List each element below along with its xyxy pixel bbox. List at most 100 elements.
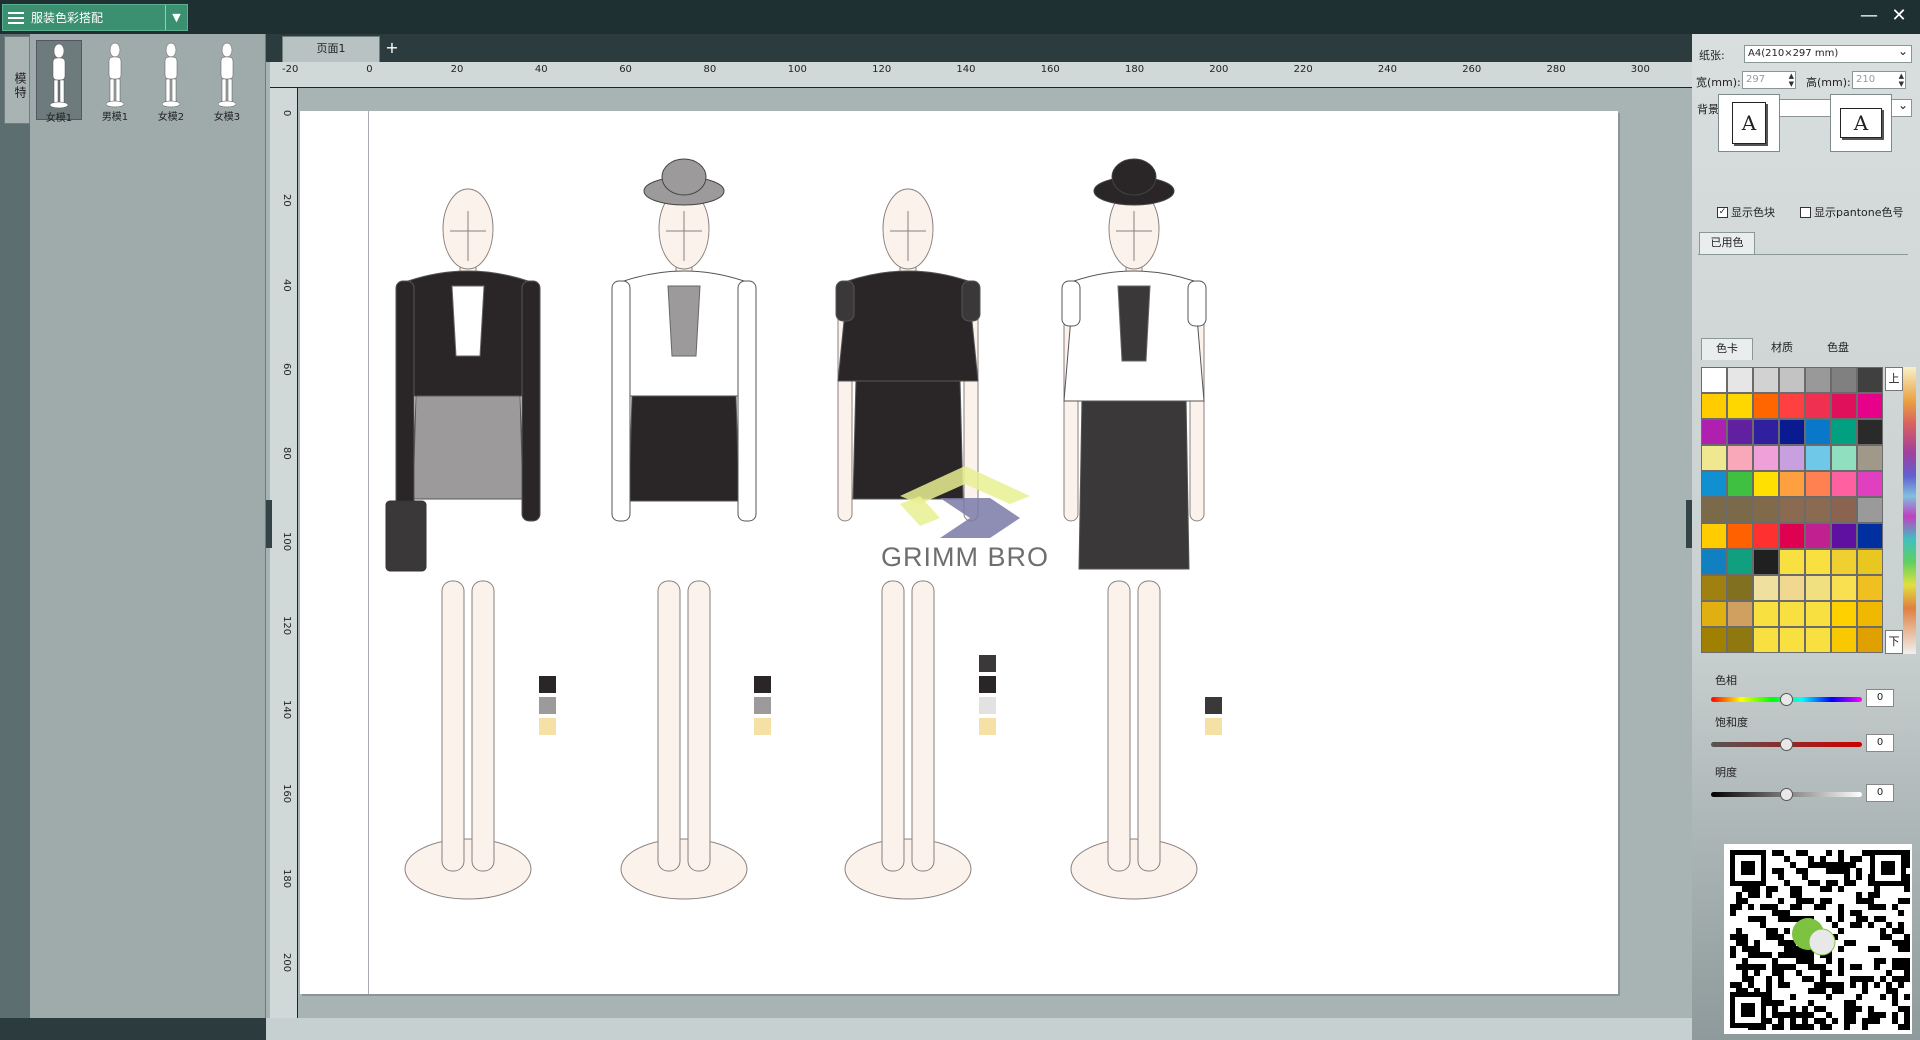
color-swatch[interactable] — [1701, 367, 1727, 393]
color-swatch[interactable] — [1805, 627, 1831, 653]
color-swatch[interactable] — [1779, 471, 1805, 497]
minimize-button[interactable]: — — [1856, 4, 1882, 28]
color-swatch[interactable] — [1753, 419, 1779, 445]
hue-value[interactable]: 0 — [1866, 689, 1894, 707]
color-swatch[interactable] — [1805, 523, 1831, 549]
color-swatch[interactable] — [1779, 419, 1805, 445]
chevron-down-icon[interactable]: ▼ — [165, 5, 187, 30]
width-field[interactable]: 297 ▲ ▼ — [1742, 71, 1796, 89]
color-swatch[interactable] — [1857, 393, 1883, 419]
color-swatch[interactable] — [1857, 497, 1883, 523]
color-swatch[interactable] — [1831, 575, 1857, 601]
tab-material[interactable]: 材质 — [1756, 338, 1808, 360]
color-swatch[interactable] — [1701, 523, 1727, 549]
color-swatch[interactable] — [1701, 549, 1727, 575]
color-swatch[interactable] — [1831, 393, 1857, 419]
tab-used-colors[interactable]: 已用色 — [1699, 232, 1755, 254]
color-swatch[interactable] — [1727, 549, 1753, 575]
color-swatch[interactable] — [1805, 419, 1831, 445]
color-swatch[interactable] — [1831, 601, 1857, 627]
color-swatch[interactable] — [1753, 601, 1779, 627]
color-swatch[interactable] — [1779, 367, 1805, 393]
color-swatch[interactable] — [1857, 419, 1883, 445]
color-swatch[interactable] — [1805, 549, 1831, 575]
color-swatch[interactable] — [1753, 393, 1779, 419]
model-thumb-2[interactable]: 男模1 — [92, 40, 138, 123]
color-swatch[interactable] — [1857, 471, 1883, 497]
hamburger-icon[interactable] — [3, 5, 29, 30]
paper-size-select[interactable]: A4(210×297 mm) — [1744, 43, 1912, 63]
hue-slider-knob[interactable] — [1780, 693, 1793, 706]
color-swatch[interactable] — [1701, 575, 1727, 601]
color-swatch[interactable] — [1831, 549, 1857, 575]
color-swatch[interactable] — [1753, 497, 1779, 523]
color-swatch[interactable] — [1701, 497, 1727, 523]
show-pantone-checkbox[interactable]: 显示pantone色号 — [1800, 204, 1903, 220]
add-page-button[interactable]: + — [384, 38, 400, 58]
color-swatch[interactable] — [1779, 523, 1805, 549]
color-swatch[interactable] — [1831, 523, 1857, 549]
close-button[interactable]: ✕ — [1886, 4, 1912, 28]
color-swatch[interactable] — [1701, 601, 1727, 627]
color-swatch[interactable] — [1753, 523, 1779, 549]
color-swatch[interactable] — [1857, 575, 1883, 601]
color-swatch[interactable] — [1805, 445, 1831, 471]
color-swatch[interactable] — [1857, 549, 1883, 575]
color-swatch[interactable] — [1753, 549, 1779, 575]
brightness-slider-knob[interactable] — [1780, 788, 1793, 801]
saturation-slider-knob[interactable] — [1780, 738, 1793, 751]
color-swatch[interactable] — [1857, 601, 1883, 627]
brightness-value[interactable]: 0 — [1866, 784, 1894, 802]
color-swatch[interactable] — [1831, 419, 1857, 445]
app-menu-button[interactable]: 服装色彩搭配 ▼ — [2, 4, 188, 31]
color-swatch[interactable] — [1727, 523, 1753, 549]
color-swatch[interactable] — [1727, 393, 1753, 419]
model-thumb-1[interactable]: 女模1 — [36, 40, 82, 124]
tab-page1[interactable]: 页面1 — [282, 36, 380, 62]
color-swatch[interactable] — [1701, 393, 1727, 419]
saturation-value[interactable]: 0 — [1866, 734, 1894, 752]
color-swatch[interactable] — [1831, 367, 1857, 393]
color-swatch[interactable] — [1779, 497, 1805, 523]
color-swatch[interactable] — [1753, 445, 1779, 471]
color-swatch[interactable] — [1831, 471, 1857, 497]
color-swatch[interactable] — [1857, 523, 1883, 549]
color-swatch[interactable] — [1753, 367, 1779, 393]
color-swatch[interactable] — [1779, 445, 1805, 471]
color-swatch[interactable] — [1857, 367, 1883, 393]
height-field[interactable]: 210 ▲ ▼ — [1852, 71, 1906, 89]
color-swatch[interactable] — [1727, 575, 1753, 601]
color-swatch[interactable] — [1753, 627, 1779, 653]
color-swatch[interactable] — [1779, 393, 1805, 419]
color-swatch[interactable] — [1727, 471, 1753, 497]
portrait-button[interactable]: A — [1718, 94, 1780, 152]
swatch-spectrum-scrollbar[interactable] — [1903, 367, 1916, 654]
color-swatch[interactable] — [1805, 575, 1831, 601]
color-swatch[interactable] — [1831, 627, 1857, 653]
tab-color-card[interactable]: 色卡 — [1701, 338, 1753, 360]
color-swatch[interactable] — [1805, 497, 1831, 523]
color-swatch[interactable] — [1857, 445, 1883, 471]
color-swatch[interactable] — [1805, 601, 1831, 627]
color-swatch[interactable] — [1805, 367, 1831, 393]
color-swatch[interactable] — [1701, 471, 1727, 497]
show-swatch-checkbox[interactable]: ✓ 显示色块 — [1717, 204, 1775, 220]
color-swatch[interactable] — [1779, 601, 1805, 627]
swatch-page-down-button[interactable]: 下 — [1885, 630, 1903, 654]
color-swatch[interactable] — [1727, 601, 1753, 627]
color-swatch[interactable] — [1805, 393, 1831, 419]
color-swatch[interactable] — [1779, 549, 1805, 575]
tab-color-wheel[interactable]: 色盘 — [1812, 338, 1864, 360]
swatch-page-up-button[interactable]: 上 — [1885, 367, 1903, 391]
model-thumb-3[interactable]: 女模2 — [148, 40, 194, 123]
color-swatch[interactable] — [1779, 575, 1805, 601]
color-swatch[interactable] — [1805, 471, 1831, 497]
color-swatch[interactable] — [1753, 575, 1779, 601]
color-swatch[interactable] — [1727, 367, 1753, 393]
color-swatch[interactable] — [1727, 445, 1753, 471]
color-swatch[interactable] — [1727, 627, 1753, 653]
color-swatch[interactable] — [1831, 497, 1857, 523]
color-swatch[interactable] — [1701, 627, 1727, 653]
landscape-button[interactable]: A — [1830, 94, 1892, 152]
color-swatch[interactable] — [1831, 445, 1857, 471]
